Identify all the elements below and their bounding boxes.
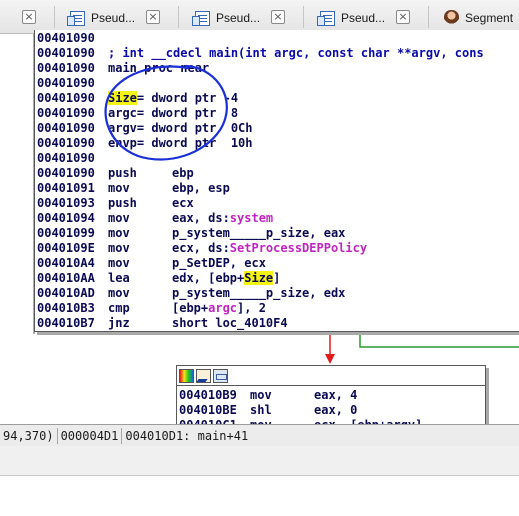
operand: [ebp+: [172, 301, 209, 315]
tab-divider: [303, 6, 304, 28]
tab-divider: [54, 6, 55, 28]
address: 0040109E: [37, 241, 95, 255]
code-line[interactable]: 00401090: [37, 31, 519, 46]
status-file-offset: 000004D1: [60, 428, 119, 443]
code-line[interactable]: 0040109E mov ecx, ds:SetProcessDEPPolicy: [37, 241, 519, 256]
code-line[interactable]: 00401090 ; int __cdecl main(int argc, con…: [37, 46, 519, 61]
true-branch-edge: [359, 334, 519, 348]
annotation-circle: [104, 64, 228, 161]
mnemonic: mov: [108, 211, 130, 225]
close-icon[interactable]: ×: [396, 10, 410, 24]
address: 00401094: [37, 211, 95, 225]
pseudocode-icon: [67, 10, 85, 26]
tab-divider: [428, 6, 429, 28]
operand: p_system_____p_size, eax: [172, 226, 346, 240]
operand: p_system_____p_size, edx: [172, 286, 346, 300]
graph-view[interactable]: 00401090 00401090 ; int __cdecl main(int a…: [0, 30, 519, 427]
mnemonic: shl: [250, 403, 272, 417]
address: 004010B3: [37, 301, 95, 315]
close-icon[interactable]: ×: [22, 10, 36, 24]
address: 00401090: [37, 46, 95, 60]
mnemonic: mov: [250, 388, 272, 402]
code-line[interactable]: 004010B7 jnz short loc_4010F4: [37, 316, 519, 331]
basic-block-next[interactable]: 004010B9 mov eax, 4 004010BE shl eax, 0004010…: [176, 365, 486, 427]
mnemonic: cmp: [108, 301, 130, 315]
operand: p_SetDEP, ecx: [172, 256, 266, 270]
operand: ecx, ds:: [172, 241, 230, 255]
address: 004010AD: [37, 286, 95, 300]
close-icon[interactable]: ×: [146, 10, 160, 24]
mnemonic: mov: [108, 256, 130, 270]
operand-symbol: argc: [208, 301, 238, 315]
code-line[interactable]: 004010AD mov p_system_____p_size, edx: [37, 286, 519, 301]
operand: short loc_4010F4: [172, 316, 288, 330]
block-header: [177, 366, 485, 386]
operand-symbol: system: [229, 211, 274, 225]
rename-icon[interactable]: [196, 368, 211, 383]
address: 00401090: [37, 31, 95, 45]
code-line[interactable]: 004010B9 mov eax, 4: [179, 388, 485, 403]
segment-icon: [444, 10, 459, 26]
code-line[interactable]: 004010BE shl eax, 0: [179, 403, 485, 418]
mnemonic: mov: [108, 241, 130, 255]
address: 004010B7: [37, 316, 95, 330]
mnemonic: mov: [108, 226, 130, 240]
status-bar: 94,370) 000004D1 004010D1: main+41: [0, 424, 519, 446]
operand: edx, [ebp+: [172, 271, 245, 285]
mnemonic: jnz: [108, 316, 130, 330]
address: 004010B9: [179, 388, 237, 402]
pseudocode-icon: [317, 10, 335, 26]
address: 00401093: [37, 196, 95, 210]
operand-tail: ], 2: [237, 301, 266, 315]
operand: eax, ds:: [172, 211, 230, 225]
operand: ebp, esp: [172, 181, 230, 195]
mnemonic: lea: [108, 271, 130, 285]
operand-highlight: Size: [244, 271, 274, 285]
code-line[interactable]: 00401099 mov p_system_____p_size, eax: [37, 226, 519, 241]
address: 004010AA: [37, 271, 95, 285]
operand: ecx: [172, 196, 194, 210]
mnemonic: push: [108, 196, 137, 210]
code-line[interactable]: 004010AA lea edx, [ebp+Size]: [37, 271, 519, 286]
address: 004010A4: [37, 256, 95, 270]
operand-tail: ]: [273, 271, 281, 285]
status-location: 004010D1: main+41: [125, 428, 249, 443]
operand-symbol: SetProcessDEPPolicy: [229, 241, 368, 255]
code-line[interactable]: 004010A4 mov p_SetDEP, ecx: [37, 256, 519, 271]
code-line[interactable]: 00401094 mov eax, ds:system: [37, 211, 519, 226]
code-line[interactable]: 00401091 mov ebp, esp: [37, 181, 519, 196]
output-panel: [0, 446, 519, 476]
tab-segment[interactable]: Segment: [444, 4, 519, 32]
tab-bar: × Pseud... × Pseud... × Pseud... × Segme…: [0, 0, 519, 34]
address: 00401099: [37, 226, 95, 240]
code-line[interactable]: 00401093 push ecx: [37, 196, 519, 211]
tab-divider: [178, 6, 179, 28]
arrow-head-icon: [325, 354, 335, 364]
block-disassembly: 004010B9 mov eax, 4 004010BE shl eax, 0004010…: [177, 386, 485, 424]
close-icon[interactable]: ×: [271, 10, 285, 24]
address: 00401091: [37, 181, 95, 195]
code-line[interactable]: 004010B3 cmp [ebp+argc], 2: [37, 301, 519, 316]
mnemonic: mov: [108, 286, 130, 300]
group-nodes-icon[interactable]: [213, 368, 228, 383]
operand: eax, 4: [314, 388, 358, 402]
pseudocode-icon: [192, 10, 210, 26]
address: 004010BE: [179, 403, 237, 417]
color-palette-icon[interactable]: [179, 368, 194, 383]
status-coords: 94,370): [3, 428, 54, 443]
comment: ; int __cdecl main(int argc, const char …: [108, 46, 484, 60]
operand: eax, 0: [314, 403, 358, 417]
mnemonic: mov: [108, 181, 130, 195]
